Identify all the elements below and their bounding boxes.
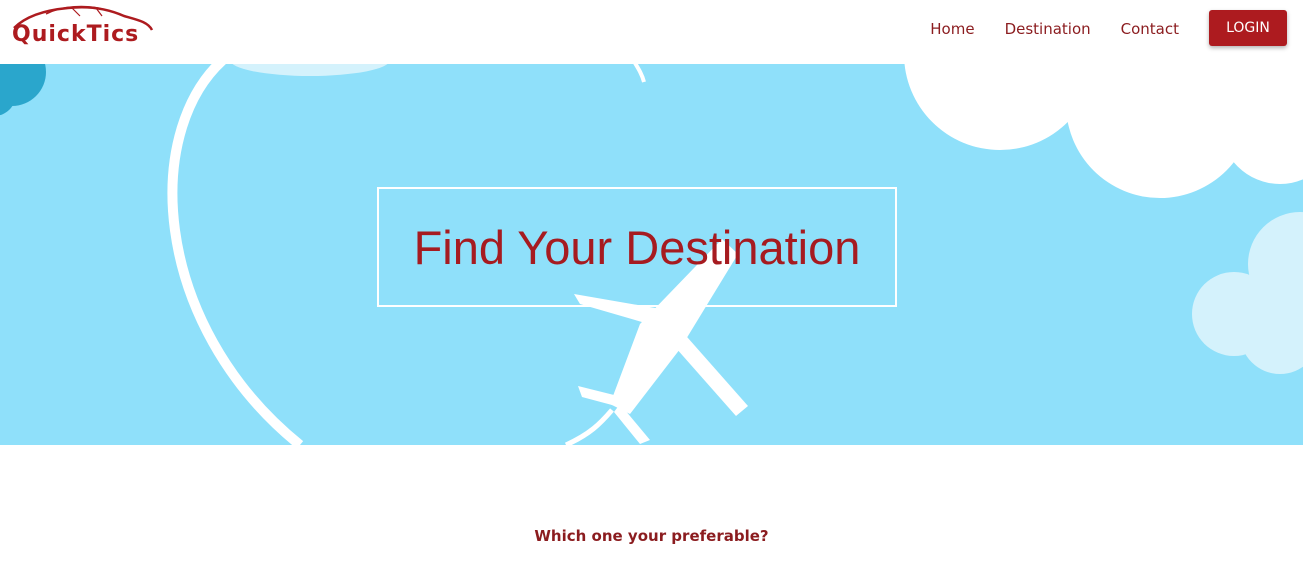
cloud-icon [904,64,1303,198]
nav-destination-link[interactable]: Destination [1005,20,1091,38]
hero-title-box: Find Your Destination [377,187,897,307]
flight-path [167,64,304,445]
cloud-icon [232,64,388,76]
cloud-icon [0,64,46,116]
hero-title: Find Your Destination [413,220,861,274]
flight-path [564,408,614,445]
login-button[interactable]: LOGIN [1209,10,1287,46]
main-nav: Home Destination Contact [930,20,1179,38]
flight-path [633,64,646,83]
cloud-icon [1192,212,1303,374]
hero-banner: Find Your Destination [0,64,1303,445]
nav-home-link[interactable]: Home [930,20,974,38]
brand-logo[interactable]: QuickTics [6,2,156,52]
nav-contact-link[interactable]: Contact [1121,20,1179,38]
brand-name: QuickTics [12,22,140,47]
navbar: QuickTics Home Destination Contact LOGIN [0,0,1303,64]
preference-question: Which one your preferable? [534,527,769,545]
